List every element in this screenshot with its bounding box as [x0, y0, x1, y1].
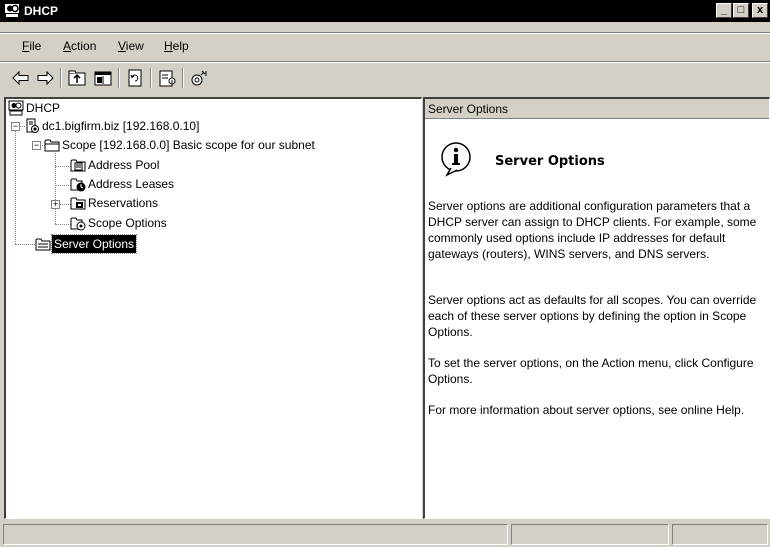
tree-item-label: dc1.bigfirm.biz [192.168.0.10]	[42, 119, 200, 133]
tree-connector	[55, 166, 71, 167]
status-cell-tertiary	[672, 524, 768, 545]
menu-help[interactable]: Help	[164, 39, 189, 53]
dhcp-icon	[8, 100, 24, 116]
refresh-icon	[128, 69, 142, 87]
server-icon	[26, 118, 39, 133]
toolbar-top-divider	[0, 61, 770, 63]
toolbar-separator	[150, 68, 152, 88]
folder-icon	[44, 139, 60, 152]
up-one-level-icon	[68, 70, 86, 86]
collapse-toggle[interactable]: −	[32, 141, 41, 150]
scope-options-icon	[70, 217, 86, 231]
menu-view[interactable]: View	[118, 39, 144, 53]
toolbar-separator	[182, 68, 184, 88]
description-paragraph: For more information about server option…	[428, 403, 745, 417]
tree-item-label: Scope Options	[88, 216, 167, 230]
tree-item-label: Address Leases	[88, 177, 175, 191]
menu-action-label: ction	[71, 39, 97, 53]
toolbar	[0, 64, 770, 92]
close-icon: x	[756, 4, 764, 16]
close-button[interactable]: x	[752, 3, 768, 18]
address-pool-icon	[70, 159, 86, 172]
tree-item-label: DHCP	[26, 101, 61, 115]
tree-item-label: Address Pool	[88, 158, 160, 172]
back-arrow-icon	[12, 70, 29, 86]
tree-connector	[15, 125, 16, 244]
dhcp-app-icon[interactable]	[4, 3, 20, 18]
show-hide-tree-icon	[94, 71, 112, 86]
info-icon	[441, 142, 471, 177]
tree-connector	[55, 185, 71, 186]
tree-connector	[15, 244, 35, 245]
properties-button[interactable]	[156, 67, 178, 89]
up-one-level-button[interactable]	[66, 67, 88, 89]
menu-file-label: ile	[29, 39, 42, 53]
menu-file[interactable]: File	[22, 39, 41, 53]
expand-toggle[interactable]: +	[51, 200, 60, 209]
menu-help-accel: H	[164, 39, 173, 53]
forward-button[interactable]	[34, 67, 56, 89]
description-paragraph: To set the server options, on the Action…	[428, 356, 754, 386]
back-button[interactable]	[10, 67, 32, 89]
window-title: DHCP	[24, 4, 59, 18]
toolbar-separator	[60, 68, 62, 88]
toolbar-separator	[118, 68, 120, 88]
menu-view-label: iew	[125, 39, 144, 53]
tree-item-label: Scope [192.168.0.0] Basic scope for our …	[62, 138, 315, 152]
status-cell-secondary	[511, 524, 669, 545]
tree-connector	[55, 224, 71, 225]
menu-view-accel: V	[118, 39, 126, 53]
status-cell-main	[3, 524, 508, 545]
maximize-icon: □	[737, 4, 745, 16]
refresh-button[interactable]	[124, 67, 146, 89]
title-bar: DHCP _ □ x	[0, 0, 770, 22]
minimize-icon: _	[720, 4, 728, 16]
details-title: Server Options	[495, 154, 605, 169]
forward-arrow-icon	[37, 70, 54, 86]
details-pane[interactable]: Server Options Server Options Server opt…	[423, 97, 770, 519]
maximize-button[interactable]: □	[733, 3, 749, 18]
menu-help-label: elp	[172, 39, 189, 53]
tree-item-label: Reservations	[88, 196, 159, 210]
address-leases-icon	[70, 178, 86, 192]
tree-item-label: Server Options	[50, 234, 138, 254]
menu-action-accel: A	[63, 39, 72, 53]
minimize-button[interactable]: _	[716, 3, 732, 18]
menubar-top-divider	[0, 32, 770, 34]
help-button[interactable]	[188, 67, 210, 89]
show-hide-tree-button[interactable]	[92, 67, 114, 89]
menu-bar: File Action View Help	[0, 37, 770, 57]
reservations-icon	[70, 197, 86, 210]
details-header: Server Options	[425, 99, 769, 119]
menu-action[interactable]: Action	[63, 39, 96, 53]
collapse-toggle[interactable]: −	[11, 122, 20, 131]
description-paragraph: Server options act as defaults for all s…	[428, 293, 757, 339]
tree-connector	[55, 153, 56, 224]
properties-icon	[159, 70, 176, 87]
description-paragraph: Server options are additional configurat…	[428, 199, 757, 261]
help-icon	[191, 70, 207, 86]
console-tree-pane[interactable]: DHCP − dc1.bigfirm.biz [192.168.0.10] − …	[4, 97, 422, 519]
server-options-icon	[35, 238, 51, 251]
status-bar	[0, 522, 770, 547]
